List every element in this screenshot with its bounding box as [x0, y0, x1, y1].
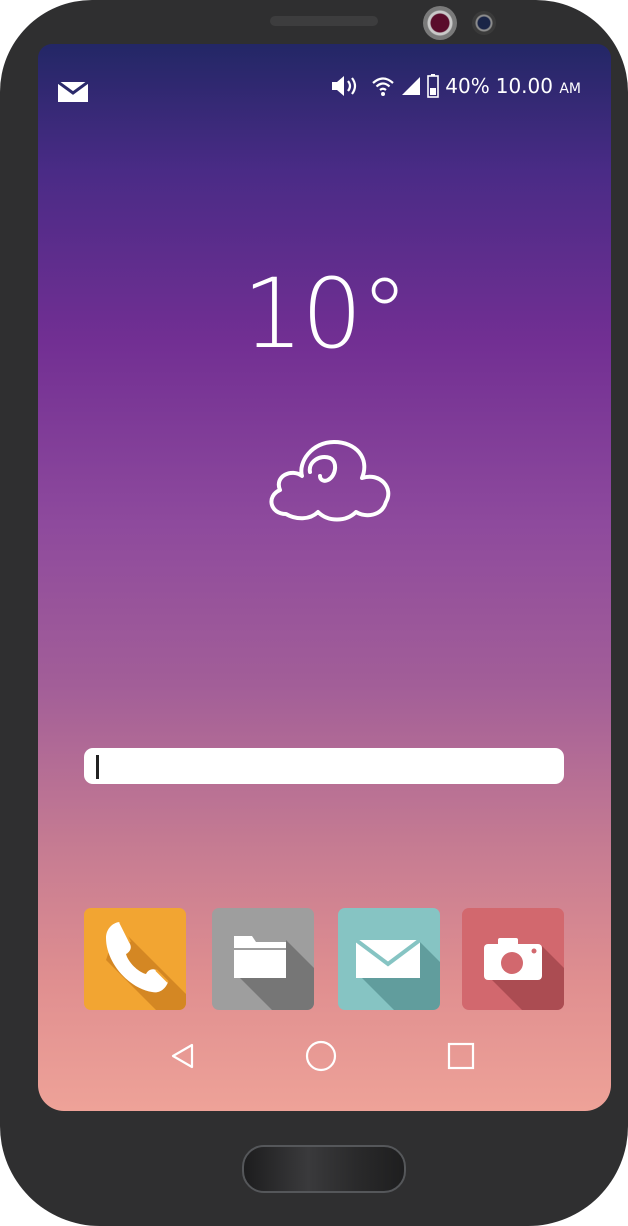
envelope-icon: [354, 938, 440, 1010]
clock: 10.00 AM: [496, 74, 581, 98]
home-icon: [305, 1040, 337, 1072]
front-camera: [423, 6, 457, 40]
back-button[interactable]: [153, 1026, 213, 1086]
folder-icon: [234, 936, 314, 1010]
recents-icon: [447, 1042, 475, 1070]
phone-frame: 40% 10.00 AM 10°: [0, 0, 628, 1226]
signal-icon: [402, 77, 421, 95]
battery-percentage: 40%: [445, 74, 490, 98]
phone-icon: [106, 921, 186, 1010]
status-icons: 40% 10.00 AM: [331, 74, 581, 98]
text-cursor: [96, 755, 99, 779]
recents-button[interactable]: [431, 1026, 491, 1086]
proximity-sensor: [472, 11, 496, 35]
home-button[interactable]: [291, 1026, 351, 1086]
physical-home-button[interactable]: [242, 1145, 406, 1193]
status-bar: 40% 10.00 AM: [38, 44, 611, 132]
temperature-readout: 10°: [242, 258, 408, 370]
wifi-icon: [372, 77, 395, 96]
battery-icon: [427, 74, 440, 98]
volume-icon: [332, 76, 357, 96]
files-app-button[interactable]: [212, 908, 314, 1010]
home-screen: 40% 10.00 AM 10°: [38, 44, 611, 1111]
back-icon: [171, 1043, 194, 1069]
clock-time: 10.00: [495, 74, 553, 98]
clock-ampm: AM: [559, 81, 581, 97]
camera-app-button[interactable]: [462, 908, 564, 1010]
app-dock: [38, 908, 611, 1012]
search-input[interactable]: [84, 748, 564, 784]
phone-app-button[interactable]: [84, 908, 186, 1010]
cloud-icon: [269, 440, 391, 522]
messages-app-button[interactable]: [338, 908, 440, 1010]
earpiece-speaker: [270, 16, 378, 26]
camera-icon: [484, 938, 564, 1010]
mail-icon: [58, 82, 88, 102]
